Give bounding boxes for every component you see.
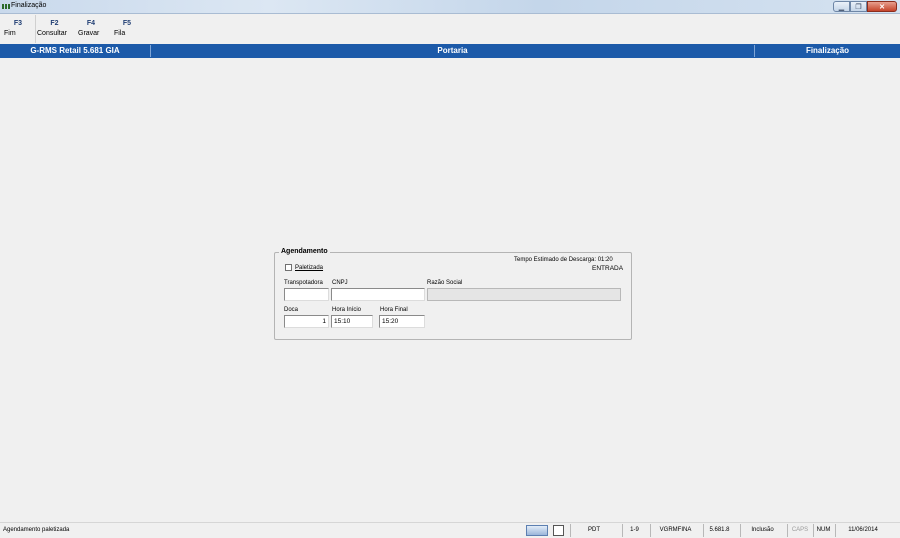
window-title-bar: Finalização ▁ ❐ ✕ — [0, 0, 900, 14]
fim-button[interactable]: F3 Fim — [4, 17, 32, 43]
status-bar: Agendamento paletizada PDT 1-9 VGRMFINA … — [0, 522, 900, 538]
tempo-estimado-text: Tempo Estimado de Descarga: 01:20 — [514, 257, 613, 263]
hora-final-input[interactable]: 15:20 — [379, 315, 425, 328]
consultar-key: F2 — [50, 20, 59, 27]
function-key-toolbar: F3 Fim F2 Consultar F4 Gravar F5 Fila — [0, 15, 900, 43]
status-pdt: PDT — [570, 524, 617, 537]
transportadora-label: Transpotadora — [284, 280, 323, 286]
cnpj-input[interactable] — [331, 288, 425, 301]
module-name: Portaria — [437, 46, 468, 55]
agendamento-title: Agendamento — [279, 248, 330, 255]
gravar-key: F4 — [86, 20, 96, 27]
gravar-button[interactable]: F4 Gravar — [78, 17, 104, 43]
restore-button[interactable]: ❐ — [850, 1, 867, 12]
cnpj-label: CNPJ — [332, 280, 348, 286]
screen-name: Finalização — [805, 46, 850, 55]
fila-key: F5 — [122, 20, 132, 27]
toolbar-divider — [35, 15, 36, 43]
consultar-button[interactable]: F2 Consultar — [37, 17, 72, 43]
tipo-text: ENTRADA — [592, 265, 624, 272]
doca-input[interactable]: 1 — [284, 315, 329, 328]
hora-final-label: Hora Final — [380, 307, 408, 313]
fila-button[interactable]: F5 Fila — [114, 17, 140, 43]
restore-icon: ❐ — [855, 3, 862, 11]
hora-inicio-label: Hora Início — [332, 307, 362, 313]
app-icon — [2, 4, 10, 9]
status-range: 1-9 — [622, 524, 646, 537]
gravar-label: Gravar — [78, 30, 100, 37]
window-title: Finalização — [11, 2, 47, 9]
hora-inicio-input[interactable]: 15:10 — [331, 315, 373, 328]
razao-social-label: Razão Social — [427, 280, 463, 286]
fim-key: F3 — [13, 20, 23, 27]
clipboard-icon — [553, 525, 564, 536]
paletizada-checkbox[interactable] — [285, 264, 292, 271]
minimize-icon: ▁ — [838, 3, 845, 11]
app-version: G-RMS Retail 5.681 GIA — [30, 46, 120, 55]
status-mode: Inclusão — [740, 524, 784, 537]
network-icon — [526, 525, 548, 536]
fim-label: Fim — [4, 30, 16, 37]
status-date: 11/06/2014 — [835, 524, 890, 537]
razao-social-input — [427, 288, 621, 301]
status-message: Agendamento paletizada — [3, 527, 70, 533]
fila-label: Fila — [114, 30, 126, 37]
status-num: NUM — [813, 524, 833, 537]
close-icon: ✕ — [879, 3, 885, 11]
doca-label: Doca — [284, 307, 299, 313]
status-version: 5.681.8 — [703, 524, 735, 537]
close-button[interactable]: ✕ — [867, 1, 897, 12]
status-program: VGRMFINA — [650, 524, 700, 537]
consultar-label: Consultar — [37, 30, 67, 37]
transportadora-input[interactable] — [284, 288, 329, 301]
module-header: G-RMS Retail 5.681 GIA Portaria Finaliza… — [0, 44, 900, 58]
paletizada-label: Paletizada — [295, 265, 324, 271]
status-caps: CAPS — [787, 524, 812, 537]
minimize-button[interactable]: ▁ — [833, 1, 850, 12]
